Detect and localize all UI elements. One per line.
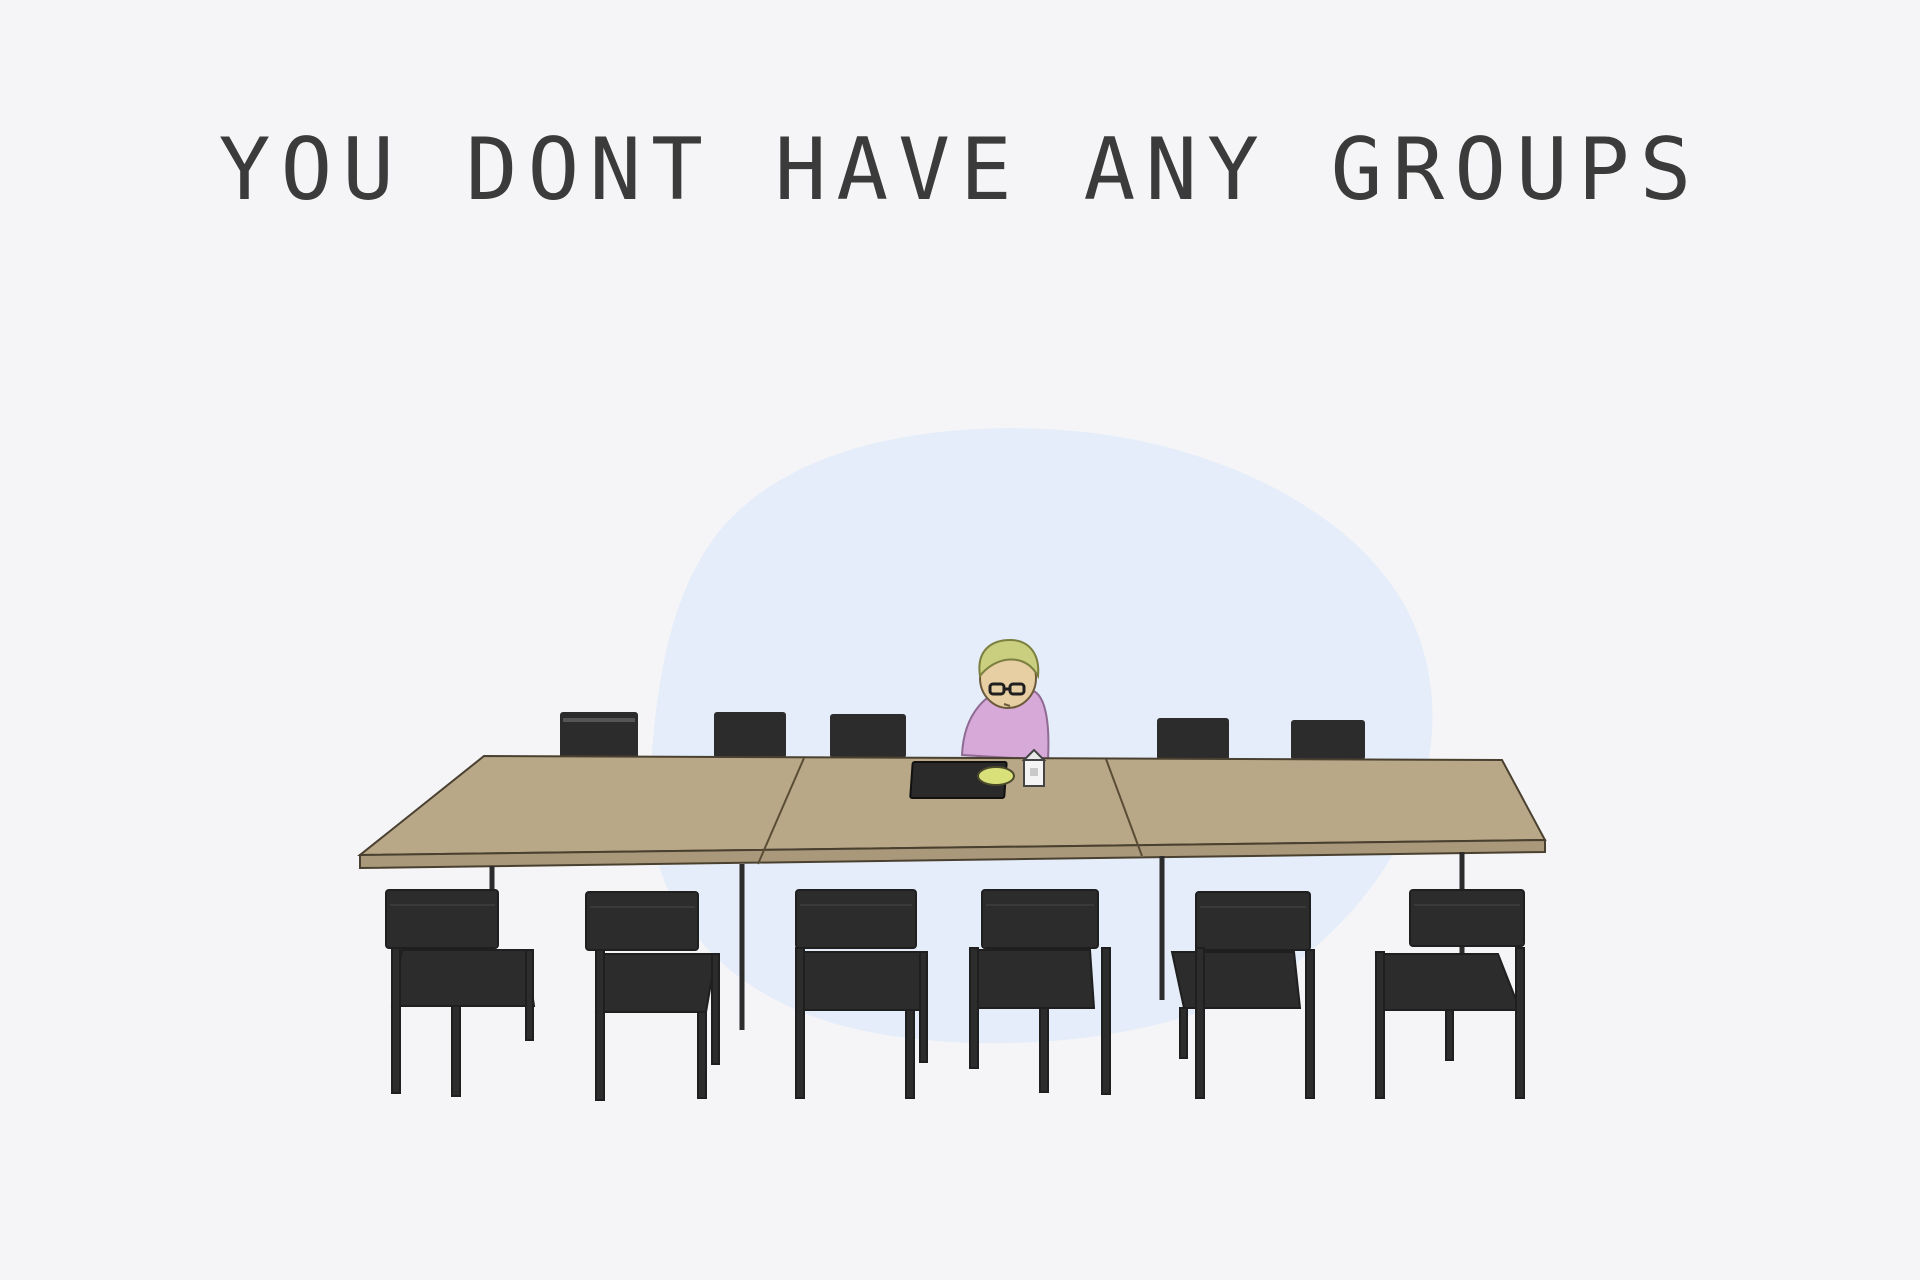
chair-back-2	[714, 712, 786, 758]
chair-back-5	[1291, 720, 1365, 760]
front-chair-6	[1374, 889, 1525, 1099]
empty-groups-page: YOU DONT HAVE ANY GROUPS	[0, 0, 1920, 1280]
front-chair-3	[795, 889, 928, 1099]
chair-back-3	[830, 714, 906, 758]
empty-cafeteria-illustration	[357, 428, 1547, 1101]
front-chair-1	[385, 889, 536, 1097]
food-bowl	[977, 766, 1015, 786]
front-chair-4	[968, 889, 1111, 1095]
chair-back-1	[560, 712, 638, 760]
chair-back-4	[1157, 718, 1229, 760]
